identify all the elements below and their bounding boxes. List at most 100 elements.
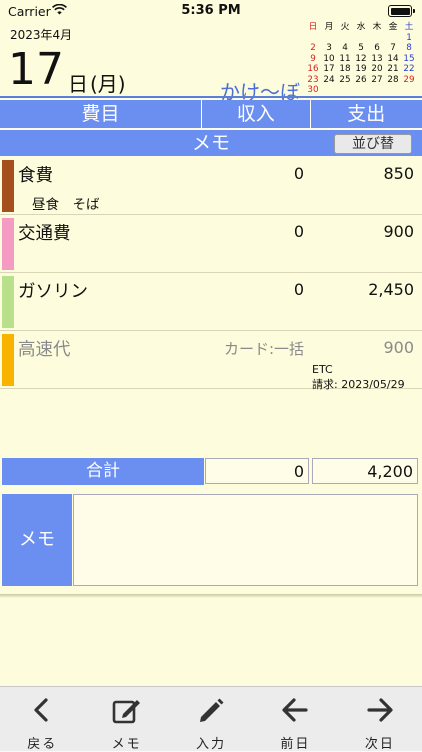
day-unit-label: 日 (68, 72, 88, 96)
calendar-day[interactable]: 22 (401, 64, 417, 75)
calendar-day[interactable] (321, 85, 337, 96)
total-expense: 4,200 (312, 458, 418, 484)
category-color-bar (2, 334, 14, 386)
entry-expense: 2,450 (368, 280, 414, 299)
memo-button[interactable]: メモ (84, 687, 168, 752)
entry-row[interactable]: 交通費 0 900 (0, 216, 422, 273)
calendar-day[interactable]: 26 (353, 75, 369, 86)
entry-income: 0 (293, 164, 304, 183)
category-color-bar (2, 218, 14, 270)
entry-payment-method: カード:一括 (223, 340, 304, 358)
memo-button-label: メモ (111, 737, 142, 752)
calendar-day[interactable]: 6 (369, 43, 385, 54)
calendar-day[interactable]: 28 (385, 75, 401, 86)
calendar-day[interactable]: 11 (337, 54, 353, 65)
memo-header: メモ 並び替 (0, 130, 422, 156)
calendar-day[interactable]: 19 (353, 64, 369, 75)
entry-expense: 900 (383, 338, 414, 357)
weekday-cell: 金 (388, 22, 398, 32)
weekday-cell: 火 (340, 22, 350, 32)
calendar-day[interactable]: 1 (401, 33, 417, 44)
calendar-day[interactable] (353, 33, 369, 44)
calendar-day[interactable]: 27 (369, 75, 385, 86)
memo-label: メモ (2, 494, 72, 586)
chevron-left-icon (34, 698, 48, 722)
mini-calendar-week: 9 10 11 12 13 14 15 (305, 54, 417, 65)
pencil-icon (200, 698, 224, 722)
calendar-day[interactable]: 16 (305, 64, 321, 75)
calendar-day[interactable]: 30 (305, 85, 321, 96)
mini-calendar-week: 16 17 18 19 20 21 22 (305, 64, 417, 75)
total-income: 0 (205, 458, 309, 484)
back-button[interactable]: 戻る (0, 687, 84, 752)
column-header: 費目 収入 支出 (0, 100, 422, 128)
calendar-day[interactable]: 21 (385, 64, 401, 75)
weekday-cell: 水 (356, 22, 366, 32)
entry-note: ETC (312, 363, 333, 376)
entry-row[interactable]: 高速代 カード:一括 900 ETC 請求: 2023/05/29 (0, 332, 422, 391)
calendar-day[interactable]: 24 (321, 75, 337, 86)
calendar-day[interactable]: 7 (385, 43, 401, 54)
total-label: 合計 (2, 458, 204, 485)
entry-expense: 850 (383, 164, 414, 183)
calendar-day[interactable] (369, 33, 385, 44)
entry-income: 0 (293, 280, 304, 299)
calendar-day[interactable]: 20 (369, 64, 385, 75)
calendar-day[interactable] (385, 85, 401, 96)
next-day-label: 次日 (364, 737, 395, 752)
sort-button[interactable]: 並び替 (334, 134, 412, 154)
battery-icon (388, 5, 415, 17)
status-time: 5:36 PM (181, 3, 241, 18)
calendar-day[interactable]: 15 (401, 54, 417, 65)
category-color-bar (2, 160, 14, 212)
calendar-day[interactable]: 18 (337, 64, 353, 75)
mini-calendar-week: 30 (305, 85, 417, 96)
calendar-day[interactable] (353, 85, 369, 96)
weekday-cell: 日 (308, 22, 318, 32)
calendar-day[interactable]: 13 (369, 54, 385, 65)
arrow-right-icon (367, 698, 393, 722)
calendar-day[interactable]: 14 (385, 54, 401, 65)
calendar-day[interactable]: 25 (337, 75, 353, 86)
calendar-day[interactable]: 2 (305, 43, 321, 54)
weekday-label: (月) (90, 72, 126, 96)
status-bar: Carrier 5:36 PM (0, 0, 422, 22)
calendar-day[interactable]: 12 (353, 54, 369, 65)
calendar-day[interactable] (385, 33, 401, 44)
entry-row[interactable]: ガソリン 0 2,450 (0, 274, 422, 331)
mini-calendar-week: 23 24 25 26 27 28 29 (305, 75, 417, 86)
calendar-day[interactable]: 8 (401, 43, 417, 54)
memo-text-area[interactable] (73, 494, 418, 586)
weekday-cell: 月 (324, 22, 334, 32)
calendar-day[interactable] (337, 33, 353, 44)
input-button[interactable]: 入力 (169, 687, 253, 752)
calendar-day[interactable]: 17 (321, 64, 337, 75)
calendar-day[interactable]: 4 (337, 43, 353, 54)
category-color-bar (2, 276, 14, 328)
calendar-day[interactable] (337, 85, 353, 96)
entry-category: 高速代 (18, 340, 71, 360)
content-shadow (0, 594, 422, 598)
entry-expense: 900 (383, 222, 414, 241)
entry-row[interactable]: 食費 0 850 昼食 そば (0, 158, 422, 215)
year-month-label: 2023年4月 (10, 28, 73, 42)
calendar-day[interactable] (321, 33, 337, 44)
previous-day-label: 前日 (280, 737, 311, 752)
entry-category: 交通費 (18, 224, 71, 244)
calendar-day[interactable] (369, 85, 385, 96)
previous-day-button[interactable]: 前日 (253, 687, 337, 752)
calendar-day[interactable]: 10 (321, 54, 337, 65)
calendar-day[interactable]: 3 (321, 43, 337, 54)
calendar-day[interactable]: 9 (305, 54, 321, 65)
entry-income: 0 (293, 222, 304, 241)
calendar-day[interactable]: 23 (305, 75, 321, 86)
calendar-day[interactable] (305, 33, 321, 44)
calendar-day[interactable]: 5 (353, 43, 369, 54)
entry-category: 食費 (18, 166, 53, 186)
mini-calendar[interactable]: 日 月 火 水 木 金 土 1 2 3 4 5 6 7 8 9 10 11 12… (305, 22, 417, 96)
calendar-day[interactable] (401, 85, 417, 96)
next-day-button[interactable]: 次日 (338, 687, 422, 752)
entry-memo: 昼食 そば (32, 197, 100, 213)
calendar-day[interactable]: 29 (401, 75, 417, 86)
back-button-label: 戻る (27, 737, 58, 752)
